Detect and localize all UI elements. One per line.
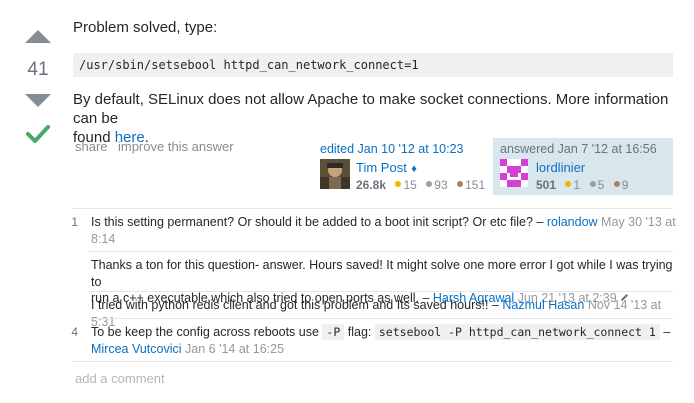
editor-name[interactable]: Tim Post (356, 160, 407, 175)
comment-text-line-1: Thanks a ton for this question- answer. … (91, 258, 673, 289)
post-body-line-1: By default, SELinux does not allow Apach… (73, 91, 669, 127)
silver-badge-icon (589, 180, 596, 187)
editor-name-row: Tim Post ♦ (356, 159, 417, 177)
code-block: /usr/sbin/setsebool httpd_can_network_co… (73, 53, 673, 77)
edited-link[interactable]: edited Jan 10 '12 at 10:23 (320, 142, 463, 156)
editor-reputation: 26.8k (356, 178, 387, 192)
inline-code: setsebool -P httpd_can_network_connect 1 (374, 324, 660, 340)
comment-user[interactable]: rolandow (547, 215, 598, 229)
owner-flair: 501 1 5 9 (536, 176, 628, 194)
editor-silver-count: 93 (434, 178, 448, 192)
vote-count: 41 (27, 59, 49, 80)
improve-answer-link[interactable]: improve this answer (118, 139, 234, 154)
owner-reputation: 501 (536, 178, 557, 192)
owner-name[interactable]: lordlinier (536, 160, 585, 175)
answered-timestamp: answered Jan 7 '12 at 16:56 (500, 142, 657, 156)
comment-date[interactable]: Jan 6 '14 at 16:25 (185, 342, 284, 356)
comment-user[interactable]: Mircea Vutcovici (91, 342, 182, 356)
comment-user[interactable]: Nazmul Hasan (502, 298, 584, 312)
owner-gold-count: 1 (573, 178, 581, 192)
comment-text: Is this setting permanent? Or should it … (91, 215, 544, 229)
comment-score: 1 (71, 215, 78, 229)
owner-name-row: lordlinier (536, 159, 585, 177)
edited-timestamp[interactable]: edited Jan 10 '12 at 10:23 (320, 142, 463, 156)
upvote-icon[interactable] (25, 30, 51, 43)
bronze-badge-icon (613, 180, 620, 187)
downvote-icon[interactable] (25, 94, 51, 107)
editor-gold-count: 15 (403, 178, 417, 192)
comments-divider (73, 361, 673, 362)
accepted-check-icon (26, 124, 50, 149)
comment: To be keep the config across reboots use… (91, 324, 681, 357)
gold-badge-icon (565, 180, 572, 187)
editor-avatar[interactable] (320, 159, 350, 189)
comment-divider (89, 291, 673, 292)
owner-bronze-count: 9 (621, 178, 629, 192)
comment-text: – (663, 325, 671, 339)
bronze-badge-icon (457, 180, 464, 187)
silver-badge-icon (426, 180, 433, 187)
moderator-diamond-icon: ♦ (411, 163, 417, 175)
owner-silver-count: 5 (597, 178, 605, 192)
comment-date-cont[interactable]: 8:14 (91, 232, 115, 246)
comment-text: I tried with python redis client and got… (91, 298, 499, 312)
owner-avatar[interactable] (500, 159, 528, 187)
comment-divider (89, 251, 673, 252)
post-intro: Problem solved, type: (73, 19, 218, 36)
comments-divider (73, 208, 673, 209)
comment-score: 4 (71, 325, 78, 339)
comment-text: flag: (347, 325, 372, 339)
comment: Is this setting permanent? Or should it … (91, 214, 676, 247)
add-comment-link[interactable]: add a comment (75, 371, 165, 386)
comment-date[interactable]: May 30 '13 at (601, 215, 676, 229)
editor-flair: 26.8k 15 93 151 (356, 176, 485, 194)
editor-bronze-count: 151 (465, 178, 486, 192)
comment-divider (89, 318, 673, 319)
share-link[interactable]: share (75, 139, 108, 154)
inline-code: -P (322, 324, 345, 340)
post-menu: share improve this answer (75, 138, 234, 156)
comment-text: To be keep the config across reboots use (91, 325, 319, 339)
gold-badge-icon (395, 180, 402, 187)
